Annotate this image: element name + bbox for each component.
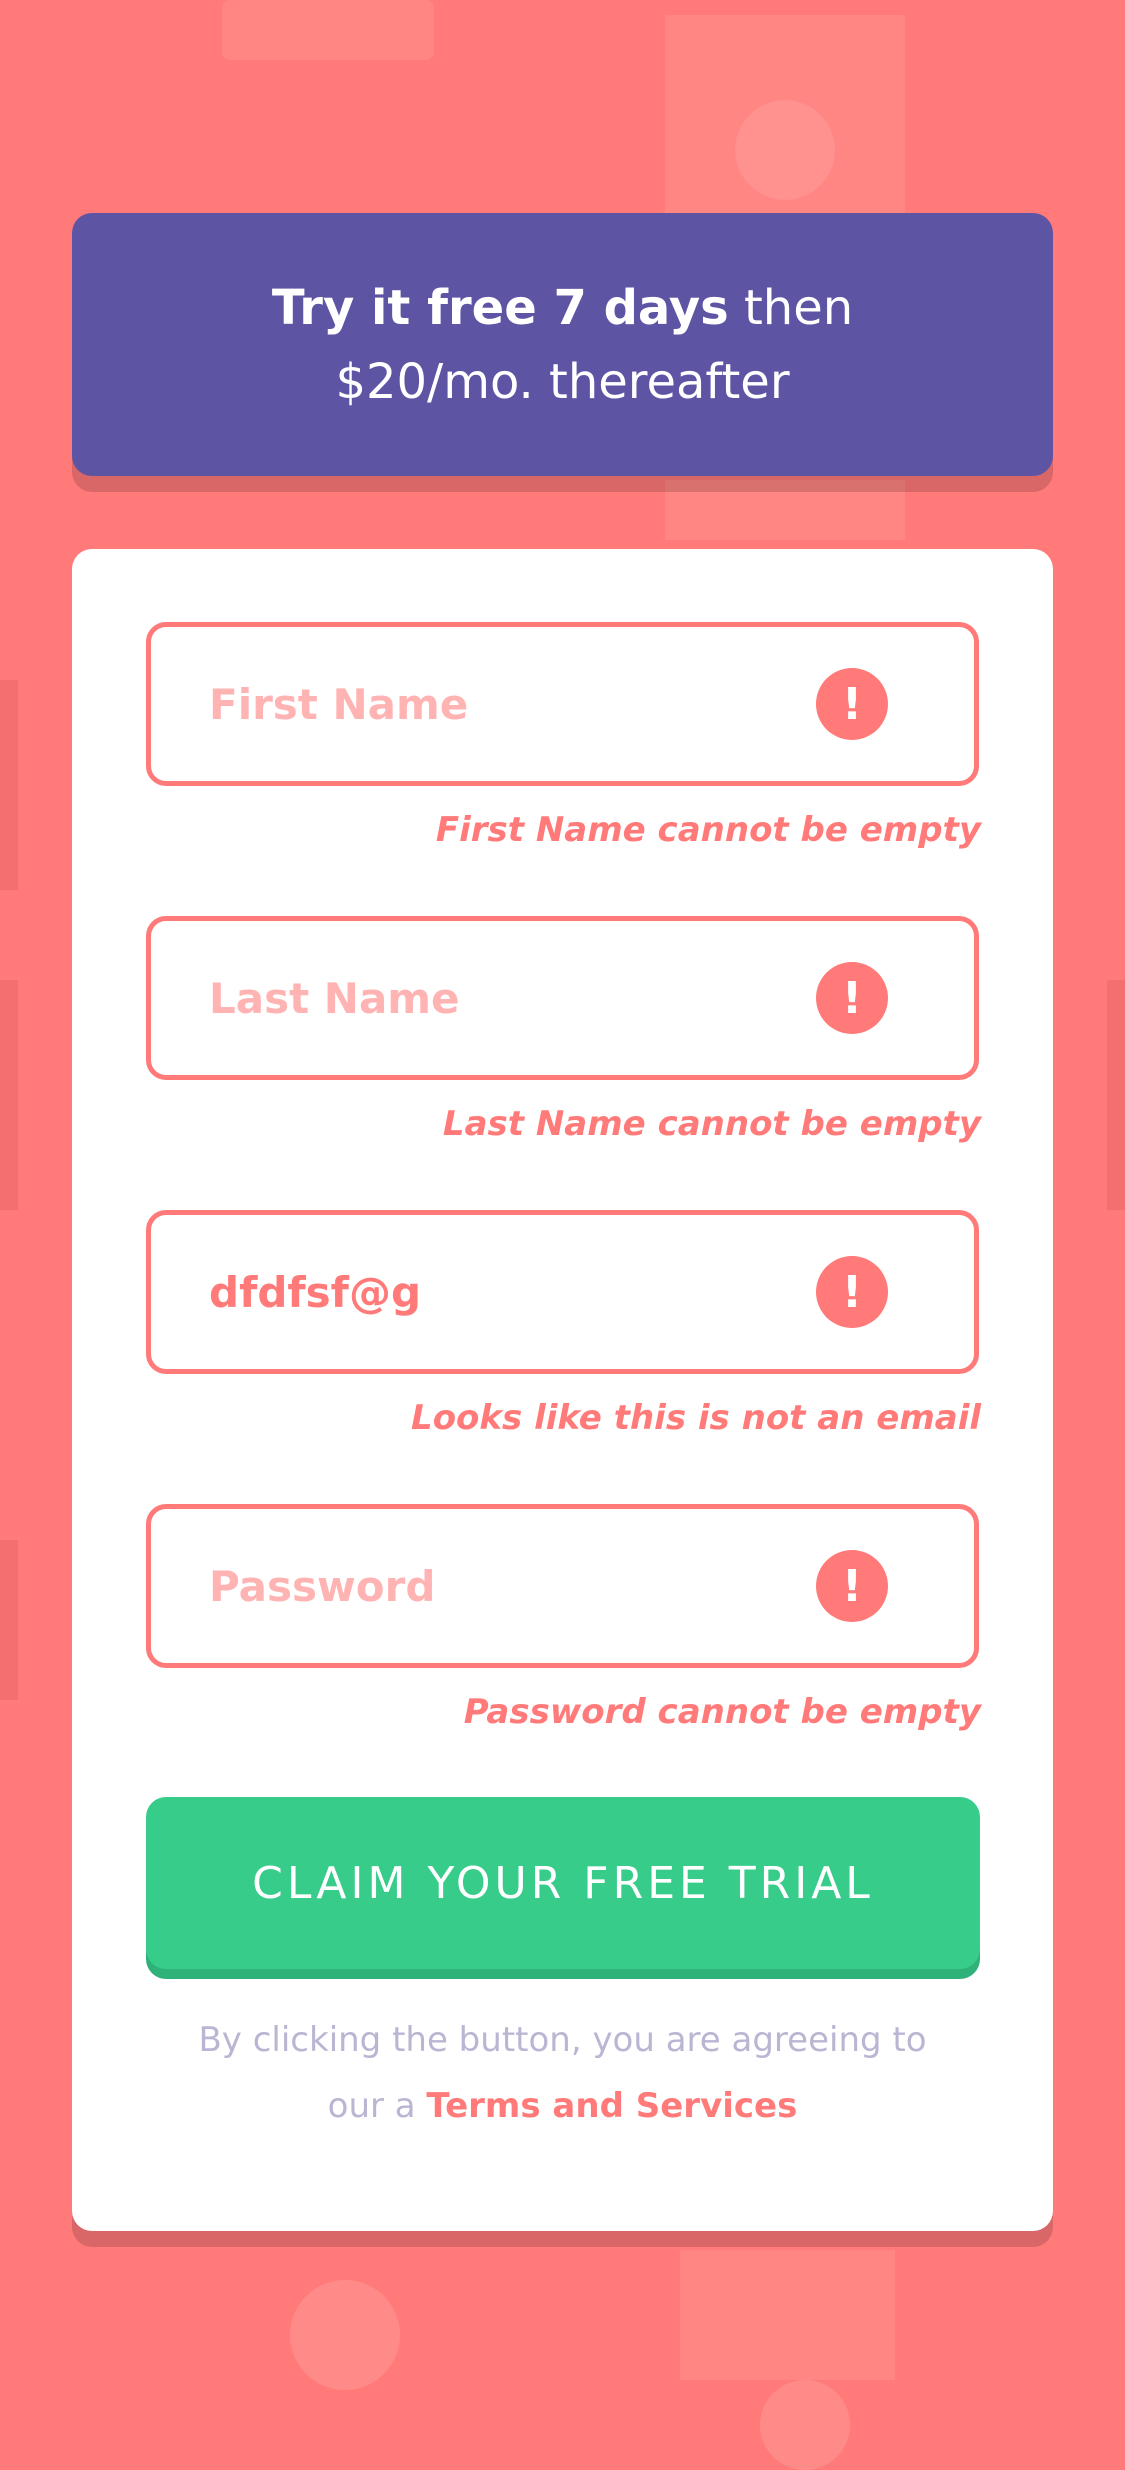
error-icon: ! [816,668,888,740]
claim-trial-button[interactable]: CLAIM YOUR FREE TRIAL [146,1797,980,1969]
first-name-error: First Name cannot be empty [435,810,981,850]
last-name-field[interactable]: Last Name ! [146,916,979,1080]
bg-decoration [760,2380,850,2470]
terms-text: By clicking the button, you are agreeing… [72,2007,1053,2139]
bg-decoration [0,980,18,1210]
terms-link[interactable]: Terms and Services [426,2086,797,2126]
bg-decoration [222,0,434,60]
error-icon: ! [816,962,888,1034]
bg-decoration [290,2280,400,2390]
terms-line-1: By clicking the button, you are agreeing… [198,2020,927,2060]
bg-decoration [680,2250,895,2380]
promo-rest-text: then [728,279,854,336]
bg-decoration [735,100,835,200]
promo-bold-text: Try it free 7 days [271,279,729,336]
bg-decoration [665,480,905,540]
password-field[interactable]: Password ! [146,1504,979,1668]
password-placeholder: Password [209,1561,436,1611]
password-error: Password cannot be empty [463,1692,981,1732]
bg-decoration [0,1540,18,1700]
bg-decoration [0,680,18,890]
first-name-placeholder: First Name [209,679,469,729]
email-error: Looks like this is not an email [411,1398,981,1438]
first-name-field[interactable]: First Name ! [146,622,979,786]
terms-prefix: our a [327,2086,427,2126]
last-name-error: Last Name cannot be empty [442,1104,981,1144]
signup-form-card: First Name ! First Name cannot be empty … [72,549,1053,2231]
error-icon: ! [816,1550,888,1622]
promo-banner: Try it free 7 days then $20/mo. thereaft… [72,213,1053,476]
email-field[interactable]: dfdfsf@g ! [146,1210,979,1374]
promo-line-1: Try it free 7 days then [272,271,853,345]
terms-line-2: our a Terms and Services [72,2073,1053,2139]
last-name-placeholder: Last Name [209,973,460,1023]
promo-line-2: $20/mo. thereafter [335,353,790,410]
error-icon: ! [816,1256,888,1328]
bg-decoration [1107,980,1125,1210]
email-value: dfdfsf@g [209,1267,422,1317]
